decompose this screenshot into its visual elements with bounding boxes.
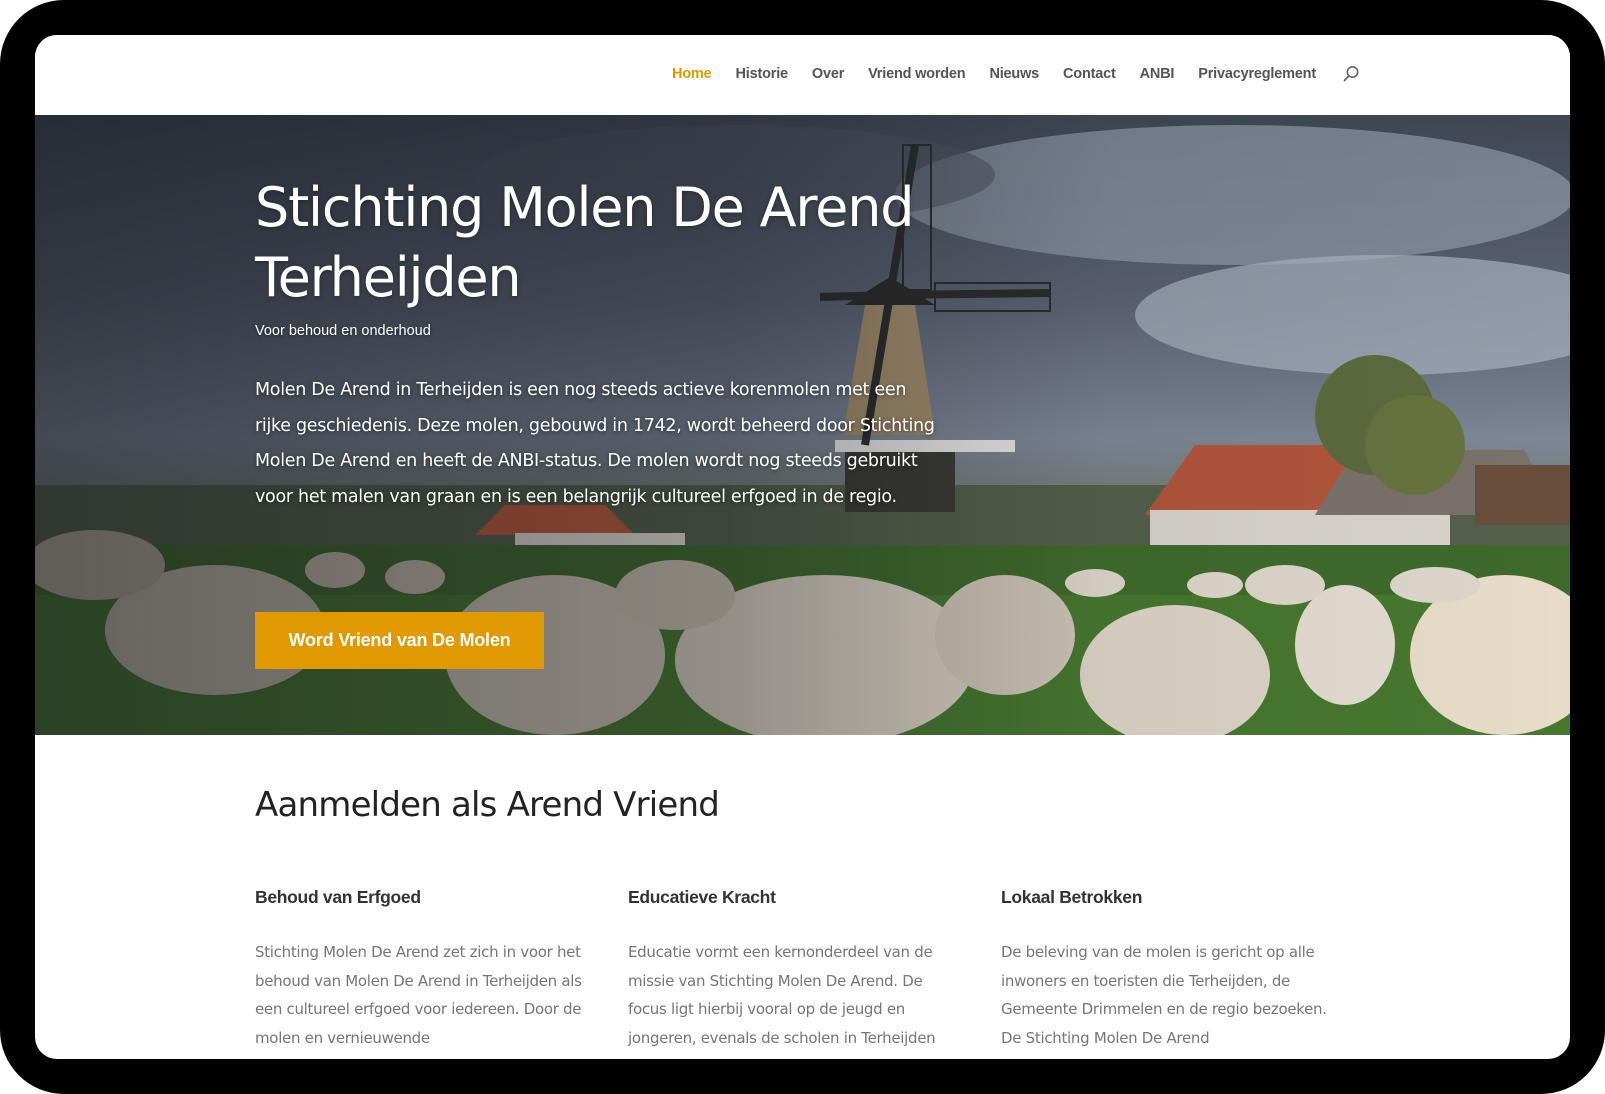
hero-section: Stichting Molen De Arend Terheijden Voor… [35,115,1570,735]
hero-title: Stichting Molen De Arend Terheijden [255,173,935,313]
column-heading: Lokaal Betrokken [1001,887,1143,907]
nav-item-privacyreglement[interactable]: Privacyreglement [1198,66,1316,82]
nav-item-vriend-worden[interactable]: Vriend worden [868,66,966,82]
column-text: Stichting Molen De Arend zet zich in voo… [255,943,582,1047]
main-navigation: Home Historie Over Vriend worden Nieuws … [672,65,1360,83]
become-friend-button[interactable]: Word Vriend van De Molen [255,612,544,669]
nav-item-historie[interactable]: Historie [736,66,789,82]
column-heading: Educatieve Kracht [628,887,776,907]
section-title: Aanmelden als Arend Vriend [255,785,720,825]
browser-viewport: Home Historie Over Vriend worden Nieuws … [35,35,1570,1059]
hero-content: Stichting Molen De Arend Terheijden Voor… [255,173,935,515]
hero-subtitle: Voor behoud en onderhoud [255,323,431,339]
nav-item-home[interactable]: Home [672,66,712,82]
nav-item-over[interactable]: Over [812,66,844,82]
column-text: De beleving van de molen is gericht op a… [1001,943,1327,1047]
column-text: Educatie vormt een kernonderdeel van de … [628,943,936,1047]
device-frame: Home Historie Over Vriend worden Nieuws … [0,0,1605,1094]
site-header: Home Historie Over Vriend worden Nieuws … [35,35,1570,116]
column-lokaal-betrokken: Lokaal Betrokken De beleving van de mole… [1001,887,1331,1052]
hero-title-line-2: Terheijden [255,246,522,309]
column-heading: Behoud van Erfgoed [255,887,421,907]
nav-item-nieuws[interactable]: Nieuws [989,66,1039,82]
search-icon[interactable] [1342,65,1360,83]
nav-item-anbi[interactable]: ANBI [1140,66,1175,82]
hero-description: Molen De Arend in Terheijden is een nog … [255,380,935,507]
hero-title-line-1: Stichting Molen De Arend [255,176,915,239]
column-educatieve-kracht: Educatieve Kracht Educatie vormt een ker… [628,887,958,1052]
nav-item-contact[interactable]: Contact [1063,66,1116,82]
column-behoud-van-erfgoed: Behoud van Erfgoed Stichting Molen De Ar… [255,887,585,1052]
